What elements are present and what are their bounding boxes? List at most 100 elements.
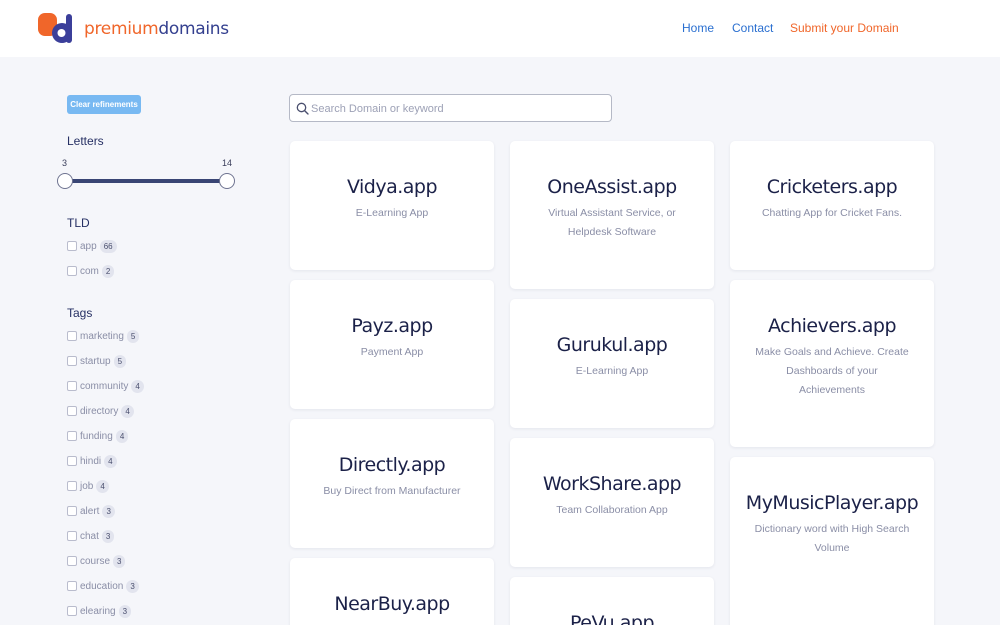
checkbox[interactable] [67, 481, 77, 491]
domain-card[interactable]: WorkShare.app Team Collaboration App [510, 438, 714, 567]
filter-count-badge: 66 [99, 239, 117, 253]
checkbox[interactable] [67, 556, 77, 566]
tag-filter-hindi[interactable]: hindi 4 [67, 453, 117, 469]
checkbox[interactable] [67, 606, 77, 616]
tag-filter-startup[interactable]: startup 5 [67, 353, 127, 369]
domain-card[interactable]: Vidya.app E-Learning App [290, 141, 494, 270]
domain-card[interactable]: Achievers.app Make Goals and Achieve. Cre… [730, 280, 934, 447]
domain-description: Virtual Assistant Service, or Helpdesk S… [548, 207, 676, 238]
filter-label: chat [80, 530, 99, 542]
domain-card[interactable]: Gurukul.app E-Learning App [510, 299, 714, 428]
filter-count-badge: 3 [118, 604, 132, 618]
domain-name[interactable]: Gurukul.app [510, 331, 714, 359]
clear-refinements-button[interactable]: Clear refinements [67, 95, 141, 114]
domain-description: Chatting App for Cricket Fans. [761, 207, 903, 219]
tag-filter-education[interactable]: education 3 [67, 578, 139, 594]
search-input[interactable] [311, 99, 601, 119]
domain-name[interactable]: WorkShare.app [510, 470, 714, 498]
checkbox[interactable] [67, 531, 77, 541]
nav-contact-link[interactable]: Contact [732, 21, 773, 35]
tag-filter-funding[interactable]: funding 4 [67, 428, 129, 444]
filter-count-badge: 4 [115, 429, 129, 443]
filter-label: elearing [80, 605, 116, 617]
domain-name[interactable]: PeVu.app [510, 609, 714, 625]
tag-filter-elearing[interactable]: elearing 3 [67, 603, 132, 619]
brand-name[interactable]: premiumdomains [84, 19, 229, 39]
filter-label: marketing [80, 330, 124, 342]
tag-filter-chat[interactable]: chat 3 [67, 528, 115, 544]
domain-card[interactable]: MyMusicPlayer.app Dictionary word with Hi… [730, 457, 934, 625]
checkbox[interactable] [67, 331, 77, 341]
filter-label: alert [80, 505, 100, 517]
filter-label: directory [80, 405, 119, 417]
filter-label: startup [80, 355, 111, 367]
filter-count-badge: 4 [121, 404, 134, 418]
domain-card[interactable]: Directly.app Buy Direct from Manufacturer [290, 419, 494, 548]
tag-filter-course[interactable]: course 3 [67, 553, 126, 569]
premiumdomains-logo-icon[interactable] [38, 13, 74, 45]
tag-filter-directory[interactable]: directory 4 [67, 403, 134, 419]
filter-count-badge: 5 [126, 329, 140, 343]
filter-count-badge: 4 [96, 479, 109, 493]
checkbox[interactable] [67, 381, 77, 391]
brand-part-premium: premium [84, 19, 159, 39]
domain-card[interactable]: NearBuy.app [290, 558, 494, 625]
letters-range-slider-track[interactable] [64, 179, 227, 183]
tag-filter-marketing[interactable]: marketing 5 [67, 328, 140, 344]
letters-filter-title: Letters [67, 134, 104, 148]
filter-label: hindi [80, 455, 102, 467]
tag-filter-job[interactable]: job 4 [67, 478, 109, 494]
tag-filter-community[interactable]: community 4 [67, 378, 144, 394]
letters-slider-min-label: 3 [62, 158, 68, 168]
search-box[interactable] [289, 94, 612, 122]
checkbox[interactable] [67, 431, 77, 441]
letters-slider-max-handle[interactable] [219, 173, 235, 189]
filter-count-badge: 5 [113, 354, 127, 368]
domain-name[interactable]: Cricketers.app [730, 173, 934, 201]
domain-description: E-Learning App [355, 207, 429, 219]
filter-label: course [80, 555, 111, 567]
domain-card[interactable]: Cricketers.app Chatting App for Cricket F… [730, 141, 934, 270]
checkbox[interactable] [67, 581, 77, 591]
letters-slider-min-handle[interactable] [57, 173, 73, 189]
domain-name[interactable]: MyMusicPlayer.app [730, 489, 934, 517]
checkbox[interactable] [67, 356, 77, 366]
domain-name[interactable]: Achievers.app [730, 312, 934, 340]
brand-part-domains: domains [158, 19, 229, 39]
checkbox[interactable] [67, 456, 77, 466]
domain-card[interactable]: Payz.app Payment App [290, 280, 494, 409]
domain-card[interactable]: PeVu.app [510, 577, 714, 625]
tag-filter-alert[interactable]: alert 3 [67, 503, 115, 519]
domain-name[interactable]: NearBuy.app [290, 590, 494, 618]
domain-card[interactable]: OneAssist.app Virtual Assistant Service, … [510, 141, 714, 289]
filter-label: com [80, 265, 99, 277]
nav-submit-domain-link[interactable]: Submit your Domain [790, 21, 899, 35]
checkbox[interactable] [67, 506, 77, 516]
checkbox[interactable] [67, 406, 77, 416]
filter-label: education [80, 580, 124, 592]
filter-label: job [80, 480, 94, 492]
filter-count-badge: 3 [101, 529, 115, 543]
filter-count-badge: 3 [113, 554, 126, 568]
tld-filter-title: TLD [67, 216, 90, 230]
tld-filter-com[interactable]: com 2 [67, 263, 115, 279]
filter-count-badge: 4 [104, 454, 117, 468]
filter-count-badge: 3 [126, 579, 139, 593]
tld-filter-app[interactable]: app 66 [67, 238, 117, 254]
domain-description: Buy Direct from Manufacturer [323, 485, 461, 497]
letters-slider-max-label: 14 [222, 158, 233, 168]
domain-name[interactable]: Payz.app [290, 312, 494, 340]
domain-name[interactable]: OneAssist.app [510, 173, 714, 201]
domain-description: Payment App [360, 346, 424, 358]
domain-name[interactable]: Directly.app [290, 451, 494, 479]
filter-count-badge: 2 [101, 264, 115, 278]
filter-label: community [80, 380, 129, 392]
domain-description: Make Goals and Achieve. Create Dashboard… [755, 346, 909, 396]
checkbox[interactable] [67, 241, 77, 251]
search-icon [296, 102, 309, 115]
filter-label: app [80, 240, 97, 252]
filter-count-badge: 4 [131, 379, 144, 393]
checkbox[interactable] [67, 266, 77, 276]
domain-name[interactable]: Vidya.app [290, 173, 494, 201]
nav-home-link[interactable]: Home [682, 21, 714, 35]
